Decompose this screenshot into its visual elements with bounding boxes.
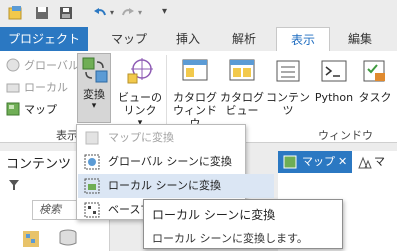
scene-tab-icon [358,156,372,169]
local-scene-icon [6,83,20,93]
save-project-icon[interactable] [58,5,74,21]
map-view-label: マップ [24,103,57,116]
ribbon-tabs: プロジェクト マップ 挿入 解析 表示 編集 [0,27,397,53]
menu-item-label: グローバル シーンに変換 [108,155,232,168]
link-views-label-1: ビューの [118,91,162,104]
tab-edit[interactable]: 編集 [336,27,384,51]
menu-item-label: マップに変換 [108,131,174,144]
catalog-view-label-2: ビュー [225,104,259,117]
menu-item-convert-to-global-scene[interactable]: グローバル シーンに変換 [78,150,274,174]
pane-gap-right [278,143,397,151]
basemap-icon [84,202,100,218]
link-views-label-2: リンク [123,104,157,117]
tab-analysis[interactable]: 解析 [222,27,266,51]
second-map-tab-label: マ [374,155,385,168]
catalog-window-label-1: カタログ [173,91,217,104]
convert-button[interactable]: 変換 ▾ [77,53,111,123]
map-view-button[interactable]: マップ [4,101,57,118]
global-scene-label: グローバル [24,59,79,72]
catalog-window-button[interactable]: カタログ ウィンドウ [172,57,218,130]
map-tab-icon [283,155,297,169]
contents-label: コンテンツ [266,91,310,117]
undo-icon[interactable] [92,5,108,21]
map-convert-icon [85,131,99,145]
python-button[interactable]: Python [312,57,356,104]
local-scene-label: ローカル [24,81,68,94]
window-group-label: ウィンドウ [318,129,373,142]
second-map-tab[interactable]: マ [356,151,397,173]
undo-dropdown-icon[interactable]: ▾ [110,8,114,17]
tasks-button[interactable]: タスク [356,57,394,104]
tab-map[interactable]: マップ [104,27,154,51]
global-scene-icon [84,154,100,170]
tooltip: ローカル シーンに変換 ローカル シーンに変換します。 [143,199,343,249]
menu-item-label: ローカル シーンに変換 [108,179,221,192]
tab-view[interactable]: 表示 [276,27,330,53]
map-icon [6,102,20,116]
tooltip-description: ローカル シーンに変換します。 [152,232,308,245]
tab-project[interactable]: プロジェクト [0,27,88,51]
link-views-icon [127,58,153,84]
new-project-icon[interactable] [8,5,24,21]
redo-icon[interactable] [120,5,136,21]
local-scene-button[interactable]: ローカル [4,79,68,96]
filter-icon[interactable] [8,179,20,191]
map-tab[interactable]: マップ ✕ [278,151,352,173]
tooltip-title: ローカル シーンに変換 [152,208,276,222]
tasks-label: タスク [358,91,392,104]
quick-access-toolbar: ▾ ▾ ▾ [0,0,397,27]
customize-toolbar-icon[interactable]: ▾ [162,6,167,17]
catalog-view-button[interactable]: カタログ ビュー [220,57,264,117]
data-source-icon[interactable] [58,229,78,247]
menu-item-convert-to-map[interactable]: マップに変換 [78,126,274,150]
convert-icon [82,57,108,83]
globe-icon [6,58,20,72]
map-tab-label: マップ [302,155,335,168]
convert-dropdown-icon: ▾ [91,101,97,111]
contents-pane-title: コンテンツ [6,157,72,172]
contents-icon [276,60,300,82]
convert-label: 変換 [83,88,105,101]
tab-insert[interactable]: 挿入 [166,27,210,51]
drawing-order-icon[interactable] [22,230,40,248]
catalog-view-icon [229,59,255,81]
redo-dropdown-icon[interactable]: ▾ [138,8,142,17]
global-scene-button[interactable]: グローバル [4,57,79,74]
link-views-button[interactable]: ビューの リンク ▾ [118,57,162,130]
catalog-view-label-1: カタログ [220,91,264,104]
view-group-label: 表示 [56,129,78,142]
open-project-icon[interactable] [34,5,50,21]
python-window-icon [321,60,347,82]
close-icon[interactable]: ✕ [338,151,347,173]
python-label: Python [314,91,354,104]
menu-item-convert-to-local-scene[interactable]: ローカル シーンに変換 [78,174,274,198]
contents-button[interactable]: コンテンツ [264,57,312,117]
search-placeholder: 検索 [39,203,61,216]
catalog-window-icon [182,59,208,81]
tasks-icon [363,60,385,82]
local-scene-convert-icon [84,178,100,194]
